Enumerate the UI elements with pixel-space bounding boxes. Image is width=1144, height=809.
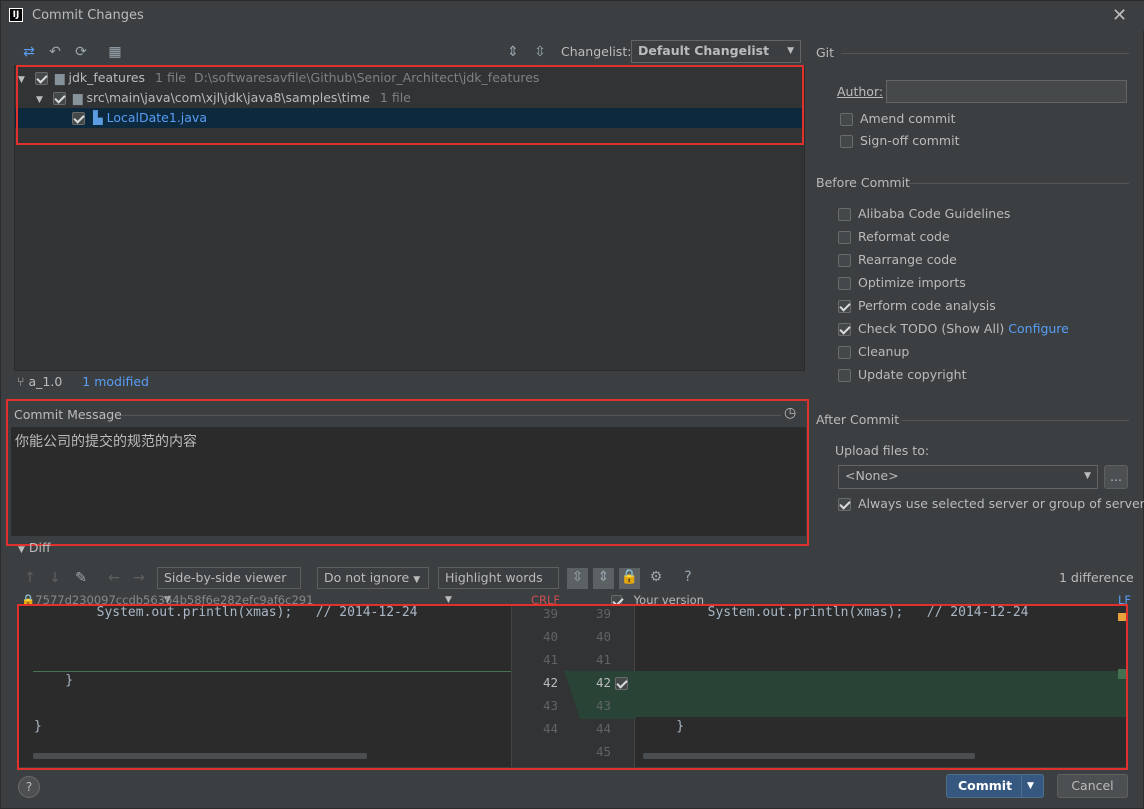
upload-label: Upload files to:	[835, 443, 930, 458]
changelist-value: Default Changelist	[638, 43, 770, 58]
option-label: Rearrange code	[858, 252, 957, 267]
title-bar: IJ Commit Changes ✕	[1, 1, 1144, 31]
option-label: Always use selected server or group of s…	[858, 496, 1144, 511]
option-label: Alibaba Code Guidelines	[858, 206, 1011, 221]
commit-label: Commit	[958, 778, 1013, 793]
branch-name: a_1.0	[28, 374, 63, 389]
sync-scroll-icon[interactable]: ⇕	[593, 568, 614, 589]
before-commit-title: Before Commit	[816, 175, 910, 190]
modified-link[interactable]: 1 modified	[82, 374, 149, 389]
signoff-checkbox[interactable]	[840, 135, 853, 148]
changelist-label: Changelist:	[561, 44, 632, 59]
branch-icon: ⑂	[17, 374, 25, 389]
intellij-logo-icon: IJ	[9, 8, 23, 22]
chevron-down-icon[interactable]: ▼	[1027, 775, 1034, 797]
highlight-box-tree	[16, 65, 804, 145]
checkbox[interactable]	[838, 498, 851, 511]
author-label: Author:	[837, 84, 884, 99]
collapse-all-icon[interactable]: ⇳	[531, 43, 549, 61]
changelist-dropdown[interactable]: Default Changelist ▼	[631, 40, 801, 63]
rollback-icon[interactable]: ↶	[46, 43, 64, 61]
difference-count: 1 difference	[1059, 570, 1134, 585]
chevron-down-icon: ▼	[413, 575, 421, 585]
option-label: Check TODO (Show All)	[858, 321, 1005, 336]
cancel-button[interactable]: Cancel	[1057, 774, 1128, 798]
ignore-value: Do not ignore	[324, 570, 410, 585]
checkbox[interactable]	[838, 300, 851, 313]
author-input[interactable]	[886, 80, 1127, 103]
checkbox[interactable]	[838, 369, 851, 382]
help-icon[interactable]: ?	[679, 568, 697, 586]
arrow-up-icon[interactable]: ↑	[21, 569, 39, 587]
signoff-label: Sign-off commit	[860, 133, 960, 148]
opt-check-todo[interactable]: Check TODO (Show All) Configure	[838, 319, 1069, 339]
ignore-dropdown[interactable]: Do not ignore ▼	[317, 567, 429, 589]
amend-commit-option[interactable]: Amend commit	[840, 109, 956, 129]
arrow-right-icon[interactable]: →	[130, 569, 148, 587]
help-button[interactable]: ?	[18, 776, 40, 798]
opt-rearrange[interactable]: Rearrange code	[838, 250, 957, 270]
diff-label: Diff	[28, 540, 51, 555]
group-by-icon[interactable]: ▦	[106, 43, 124, 61]
opt-reformat[interactable]: Reformat code	[838, 227, 950, 247]
opt-update-copyright[interactable]: Update copyright	[838, 365, 966, 385]
refresh-icon[interactable]: ⟳	[72, 43, 90, 61]
close-icon[interactable]: ✕	[1112, 5, 1127, 26]
collapse-unchanged-icon[interactable]: ⇳	[567, 568, 588, 589]
git-section-title: Git	[816, 45, 835, 60]
show-diff-icon[interactable]: ⇄	[20, 43, 38, 61]
commit-dialog: IJ Commit Changes ✕ ⇄ ↶ ⟳ ▦ ⇕ ⇳ Changeli…	[0, 0, 1144, 809]
arrow-left-icon[interactable]: ←	[105, 569, 123, 587]
viewer-dropdown[interactable]: Side-by-side viewer ▼	[157, 567, 301, 605]
checkbox[interactable]	[838, 277, 851, 290]
viewer-value: Side-by-side viewer	[164, 570, 287, 585]
amend-checkbox[interactable]	[840, 113, 853, 126]
expand-all-icon[interactable]: ⇕	[504, 43, 522, 61]
checkbox[interactable]	[838, 231, 851, 244]
collapse-arrow-icon[interactable]: ▼	[18, 545, 25, 555]
divider	[901, 420, 1129, 421]
gear-icon[interactable]: ⚙	[647, 568, 665, 586]
option-label: Optimize imports	[858, 275, 966, 290]
edit-icon[interactable]: ✎	[72, 569, 90, 587]
opt-cleanup[interactable]: Cleanup	[838, 342, 909, 362]
checkbox[interactable]	[838, 346, 851, 359]
option-label: Reformat code	[858, 229, 950, 244]
divider	[1021, 775, 1022, 797]
highlight-box-diff	[17, 604, 1128, 770]
commit-button[interactable]: Commit ▼	[946, 774, 1044, 798]
upload-server-dropdown[interactable]: <None> ▼	[838, 465, 1098, 489]
after-commit-title: After Commit	[816, 412, 900, 427]
option-label: Cleanup	[858, 344, 910, 359]
opt-alibaba[interactable]: Alibaba Code Guidelines	[838, 204, 1010, 224]
highlight-value: Highlight words	[445, 570, 543, 585]
opt-always-use-server[interactable]: Always use selected server or group of s…	[838, 494, 1144, 514]
opt-code-analysis[interactable]: Perform code analysis	[838, 296, 996, 316]
divider	[909, 183, 1129, 184]
lock-icon[interactable]: 🔒	[619, 568, 640, 589]
option-label: Update copyright	[858, 367, 967, 382]
configure-link[interactable]: Configure	[1008, 321, 1069, 336]
upload-value: <None>	[845, 468, 899, 483]
arrow-down-icon[interactable]: ↓	[46, 569, 64, 587]
signoff-commit-option[interactable]: Sign-off commit	[840, 131, 960, 151]
checkbox[interactable]	[838, 323, 851, 336]
diff-section-title[interactable]: ▼ Diff	[18, 540, 51, 555]
highlight-box-message	[6, 399, 809, 546]
highlight-dropdown[interactable]: Highlight words ▼	[438, 567, 559, 605]
chevron-down-icon: ▼	[1084, 471, 1091, 481]
chevron-down-icon: ▼	[787, 46, 794, 56]
window-title: Commit Changes	[32, 8, 144, 23]
checkbox[interactable]	[838, 254, 851, 267]
opt-optimize-imports[interactable]: Optimize imports	[838, 273, 966, 293]
option-label: Perform code analysis	[858, 298, 996, 313]
divider	[841, 53, 1129, 54]
branch-status: ⑂ a_1.0 1 modified	[17, 374, 149, 389]
amend-label: Amend commit	[860, 111, 956, 126]
checkbox[interactable]	[838, 208, 851, 221]
browse-servers-button[interactable]: ...	[1104, 465, 1128, 489]
